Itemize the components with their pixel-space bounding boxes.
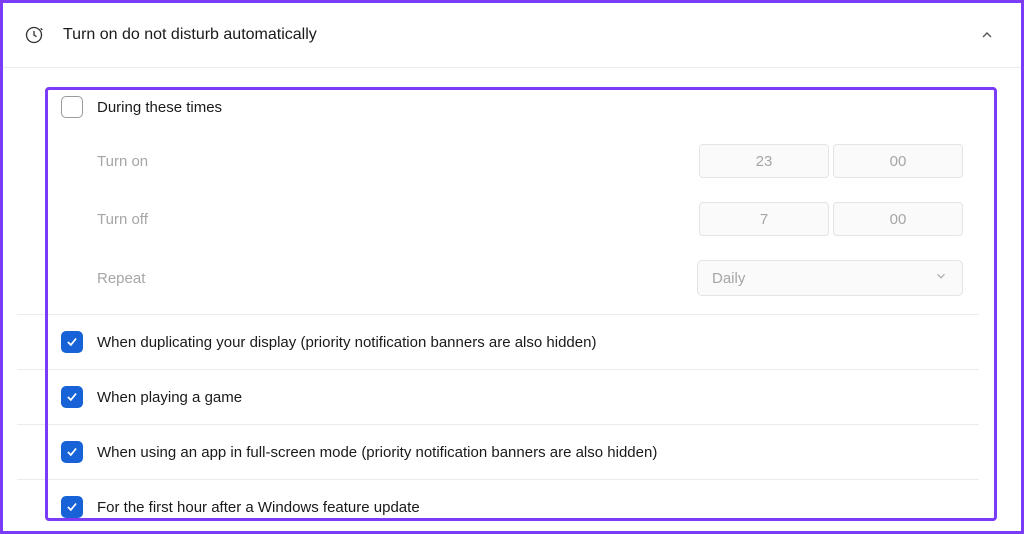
- list-item: For the first hour after a Windows featu…: [3, 480, 1021, 534]
- chevron-down-icon: [934, 269, 948, 287]
- during-times-row: During these times: [61, 82, 963, 132]
- repeat-row: Repeat Daily: [97, 248, 963, 314]
- feature-update-checkbox[interactable]: [61, 496, 83, 518]
- duplicate-display-checkbox[interactable]: [61, 331, 83, 353]
- turn-on-label: Turn on: [97, 153, 695, 170]
- fullscreen-app-checkbox[interactable]: [61, 441, 83, 463]
- repeat-value: Daily: [712, 270, 745, 287]
- turn-on-hour-input[interactable]: 23: [699, 144, 829, 178]
- list-item: When playing a game: [3, 370, 1021, 424]
- item-label: When playing a game: [97, 389, 242, 406]
- turn-off-hour-input[interactable]: 7: [699, 202, 829, 236]
- section-title: Turn on do not disturb automatically: [63, 26, 317, 44]
- chevron-up-icon[interactable]: [973, 21, 1001, 49]
- list-item: When duplicating your display (priority …: [3, 315, 1021, 369]
- during-times-label: During these times: [97, 99, 222, 116]
- during-times-checkbox[interactable]: [61, 96, 83, 118]
- section-header[interactable]: Turn on do not disturb automatically: [3, 3, 1021, 68]
- list-item: When using an app in full-screen mode (p…: [3, 425, 1021, 479]
- clock-icon: [23, 24, 45, 46]
- repeat-label: Repeat: [97, 270, 697, 287]
- turn-off-row: Turn off 7 00: [97, 190, 963, 248]
- item-label: For the first hour after a Windows featu…: [97, 499, 420, 516]
- turn-off-label: Turn off: [97, 211, 695, 228]
- item-label: When duplicating your display (priority …: [97, 334, 596, 351]
- turn-on-min-input[interactable]: 00: [833, 144, 963, 178]
- turn-on-row: Turn on 23 00: [97, 132, 963, 190]
- item-label: When using an app in full-screen mode (p…: [97, 444, 657, 461]
- turn-off-min-input[interactable]: 00: [833, 202, 963, 236]
- playing-game-checkbox[interactable]: [61, 386, 83, 408]
- repeat-select[interactable]: Daily: [697, 260, 963, 296]
